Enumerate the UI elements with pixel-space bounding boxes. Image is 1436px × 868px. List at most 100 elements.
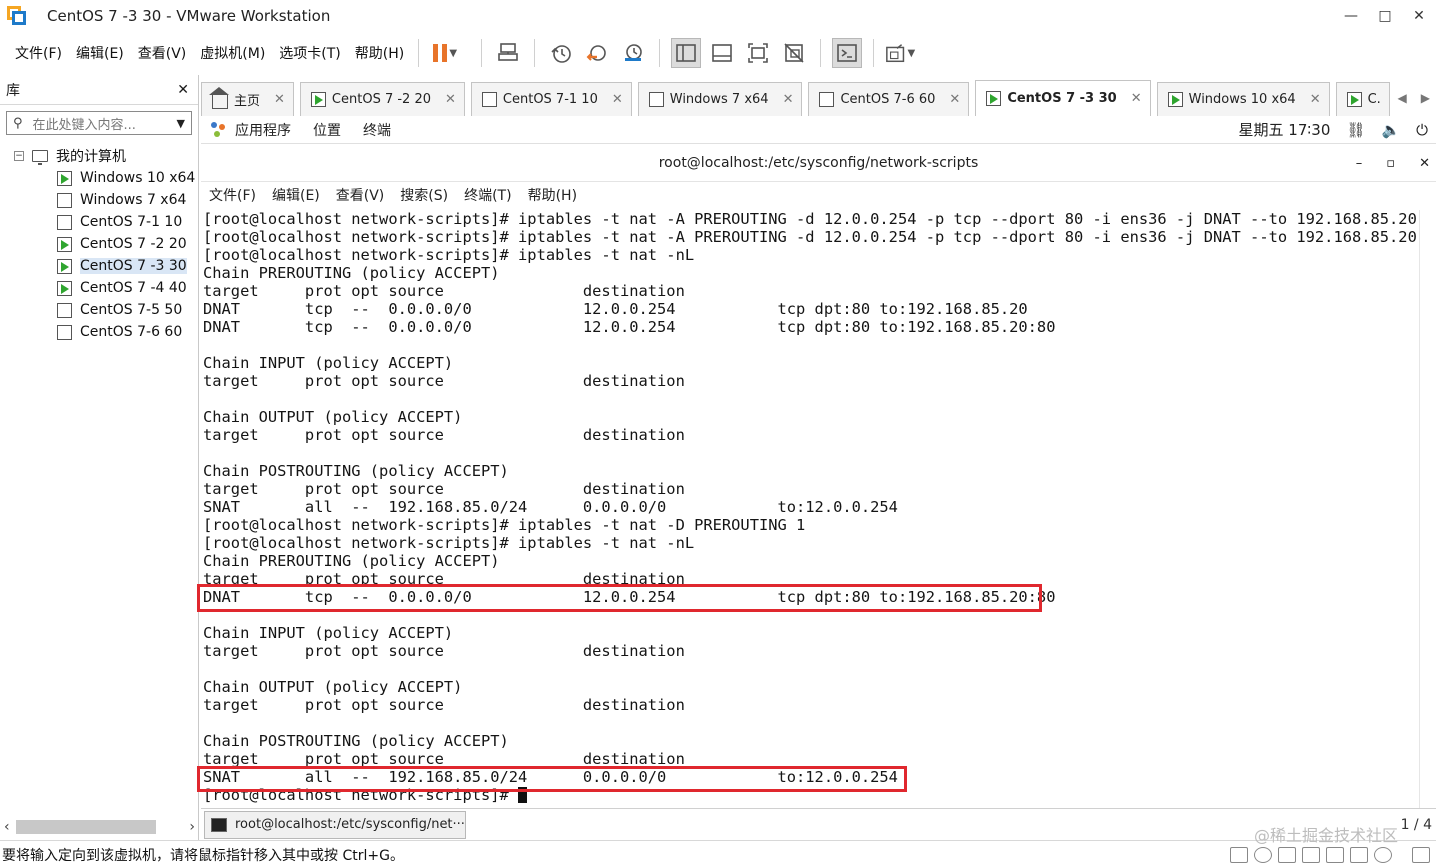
tree-item-vm[interactable]: CentOS 7 -4 40 xyxy=(0,277,198,299)
revert-snapshot-button[interactable] xyxy=(582,38,612,68)
chevron-down-icon[interactable]: ▼ xyxy=(177,117,185,130)
tab-vm[interactable]: CentOS 7-1 10 ✕ xyxy=(470,82,632,116)
tree-item-vm[interactable]: CentOS 7 -3 30 xyxy=(0,255,198,277)
full-screen-icon xyxy=(748,43,769,63)
snapshot-button[interactable] xyxy=(546,38,576,68)
maximize-button[interactable]: □ xyxy=(1368,0,1402,31)
gnome-applications-menu[interactable]: 应用程序 xyxy=(235,120,291,140)
network-adapter-icon[interactable] xyxy=(1278,846,1296,863)
terminal-menu-view[interactable]: 查看(V) xyxy=(336,185,385,205)
network-icon[interactable]: ⛓ xyxy=(1346,121,1365,139)
library-horizontal-scrollbar[interactable]: ‹ › xyxy=(4,818,195,836)
tab-label: CentOS 7 -3 30 xyxy=(1007,91,1117,106)
terminal-minimize-button[interactable]: – xyxy=(1356,156,1363,171)
terminal-output[interactable]: [root@localhost network-scripts]# iptabl… xyxy=(201,210,1419,808)
toolbar-separator xyxy=(659,39,661,67)
tree-item-vm[interactable]: CentOS 7-6 60 xyxy=(0,321,198,343)
stretch-guest-button[interactable]: ▼ xyxy=(885,38,915,68)
terminal-menu-search[interactable]: 搜索(S) xyxy=(400,185,448,205)
terminal-prompt-line[interactable]: [root@localhost network-scripts]# xyxy=(203,786,1419,804)
message-log-icon[interactable] xyxy=(1412,846,1430,863)
menu-view[interactable]: 查看(V) xyxy=(138,43,187,63)
show-library-button[interactable] xyxy=(671,38,702,68)
send-ctrl-alt-del-button[interactable] xyxy=(493,38,523,68)
console-view-button[interactable] xyxy=(832,38,863,68)
pause-button[interactable]: ▼ xyxy=(430,38,460,68)
terminal-menu-edit[interactable]: 编辑(E) xyxy=(272,185,320,205)
tab-close-icon[interactable]: ✕ xyxy=(949,92,960,107)
menu-help[interactable]: 帮助(H) xyxy=(355,43,404,63)
text-cursor xyxy=(518,787,528,803)
terminal-menu-help[interactable]: 帮助(H) xyxy=(528,185,577,205)
status-bar: 要将输入定向到该虚拟机，请将鼠标指针移入其中或按 Ctrl+G。 xyxy=(0,840,1436,868)
tab-close-icon[interactable]: ✕ xyxy=(1131,91,1142,106)
library-search-input[interactable]: ⚲ 在此处键入内容... ▼ xyxy=(6,111,192,135)
terminal-maximize-button[interactable]: ▫ xyxy=(1386,156,1395,171)
show-thumbnail-bar-button[interactable] xyxy=(707,38,737,68)
tab-close-icon[interactable]: ✕ xyxy=(783,92,794,107)
gnome-places-menu[interactable]: 位置 xyxy=(313,120,341,140)
power-icon[interactable]: ⏻ xyxy=(1416,121,1428,139)
tab-close-icon[interactable]: ✕ xyxy=(445,92,456,107)
menu-tabs[interactable]: 选项卡(T) xyxy=(279,43,340,63)
tab-vm[interactable]: C. xyxy=(1335,82,1390,116)
tree-item-vm[interactable]: CentOS 7-1 10 xyxy=(0,211,198,233)
menu-vm[interactable]: 虚拟机(M) xyxy=(200,43,265,63)
library-close-icon[interactable]: ✕ xyxy=(177,82,189,98)
tree-item-vm[interactable]: Windows 7 x64 xyxy=(0,189,198,211)
display-icon[interactable] xyxy=(1374,846,1392,863)
tab-scroll-right-icon[interactable]: ▶ xyxy=(1421,91,1430,105)
terminal-menu-terminal[interactable]: 终端(T) xyxy=(464,185,511,205)
workspace-pager[interactable]: 1 / 4 xyxy=(1401,817,1432,833)
tree-item-label: Windows 7 x64 xyxy=(80,192,187,208)
terminal-menu-file[interactable]: 文件(F) xyxy=(209,185,256,205)
tab-home[interactable]: 主页 ✕ xyxy=(201,82,294,116)
sound-card-icon[interactable] xyxy=(1350,846,1368,863)
terminal-close-button[interactable]: ✕ xyxy=(1419,156,1430,171)
terminal-line: DNAT tcp -- 0.0.0.0/0 12.0.0.254 tcp dpt… xyxy=(203,300,1028,318)
library-title: 库 xyxy=(6,82,20,99)
tree-item-vm[interactable]: CentOS 7-5 50 xyxy=(0,299,198,321)
gnome-terminal-menu[interactable]: 终端 xyxy=(363,120,391,140)
tab-vm[interactable]: CentOS 7 -2 20 ✕ xyxy=(299,82,465,116)
tab-vm[interactable]: Windows 7 x64 ✕ xyxy=(637,82,803,116)
computer-icon xyxy=(32,150,48,165)
tab-vm[interactable]: CentOS 7 -3 30 ✕ xyxy=(975,80,1151,116)
tree-root-my-computer[interactable]: − 我的计算机 xyxy=(0,145,198,167)
scroll-right-icon[interactable]: › xyxy=(189,819,195,835)
menu-edit[interactable]: 编辑(E) xyxy=(76,43,124,63)
tab-close-icon[interactable]: ✕ xyxy=(1310,92,1321,107)
guest-console[interactable]: 应用程序 位置 终端 星期五 17∶30 ⛓ 🔈 ⏻ root@localhos… xyxy=(197,116,1436,808)
scrollbar-thumb[interactable] xyxy=(15,820,156,834)
full-screen-button[interactable] xyxy=(743,38,773,68)
minimize-button[interactable]: — xyxy=(1334,0,1368,31)
volume-icon[interactable]: 🔈 xyxy=(1381,121,1400,139)
terminal-line: Chain INPUT (policy ACCEPT) xyxy=(203,354,454,372)
title-bar: CentOS 7 -3 30 - VMware Workstation — □ … xyxy=(0,0,1436,31)
vm-running-icon xyxy=(57,258,72,274)
gnome-clock[interactable]: 星期五 17∶30 xyxy=(1239,119,1331,140)
tab-vm[interactable]: CentOS 7-6 60 ✕ xyxy=(808,82,970,116)
tab-vm[interactable]: Windows 10 x64 ✕ xyxy=(1156,82,1330,116)
toolbar-separator xyxy=(481,39,483,67)
tab-close-icon[interactable]: ✕ xyxy=(612,92,623,107)
tab-navigation: ◀ ▶ xyxy=(1398,91,1430,105)
tab-label: CentOS 7-6 60 xyxy=(840,92,936,107)
tree-item-vm[interactable]: Windows 10 x64 xyxy=(0,167,198,189)
cd-dvd-icon[interactable] xyxy=(1254,846,1272,863)
tab-close-icon[interactable]: ✕ xyxy=(274,92,285,107)
taskbar-terminal-window[interactable]: root@localhost:/etc/sysconfig/net··· xyxy=(204,810,466,839)
menu-file[interactable]: 文件(F) xyxy=(15,43,62,63)
terminal-vertical-scrollbar[interactable] xyxy=(1419,210,1436,808)
scroll-left-icon[interactable]: ‹ xyxy=(4,819,10,835)
tab-scroll-left-icon[interactable]: ◀ xyxy=(1398,91,1407,105)
network-adapter-2-icon[interactable] xyxy=(1302,846,1320,863)
hard-disk-icon[interactable] xyxy=(1230,846,1248,863)
tree-item-vm[interactable]: CentOS 7 -2 20 xyxy=(0,233,198,255)
toolbar-separator xyxy=(534,39,536,67)
close-button[interactable]: ✕ xyxy=(1402,0,1436,31)
unity-button[interactable] xyxy=(779,38,809,68)
collapse-icon[interactable]: − xyxy=(14,151,24,161)
snapshot-manager-button[interactable] xyxy=(618,38,648,68)
printer-icon[interactable] xyxy=(1326,846,1344,863)
